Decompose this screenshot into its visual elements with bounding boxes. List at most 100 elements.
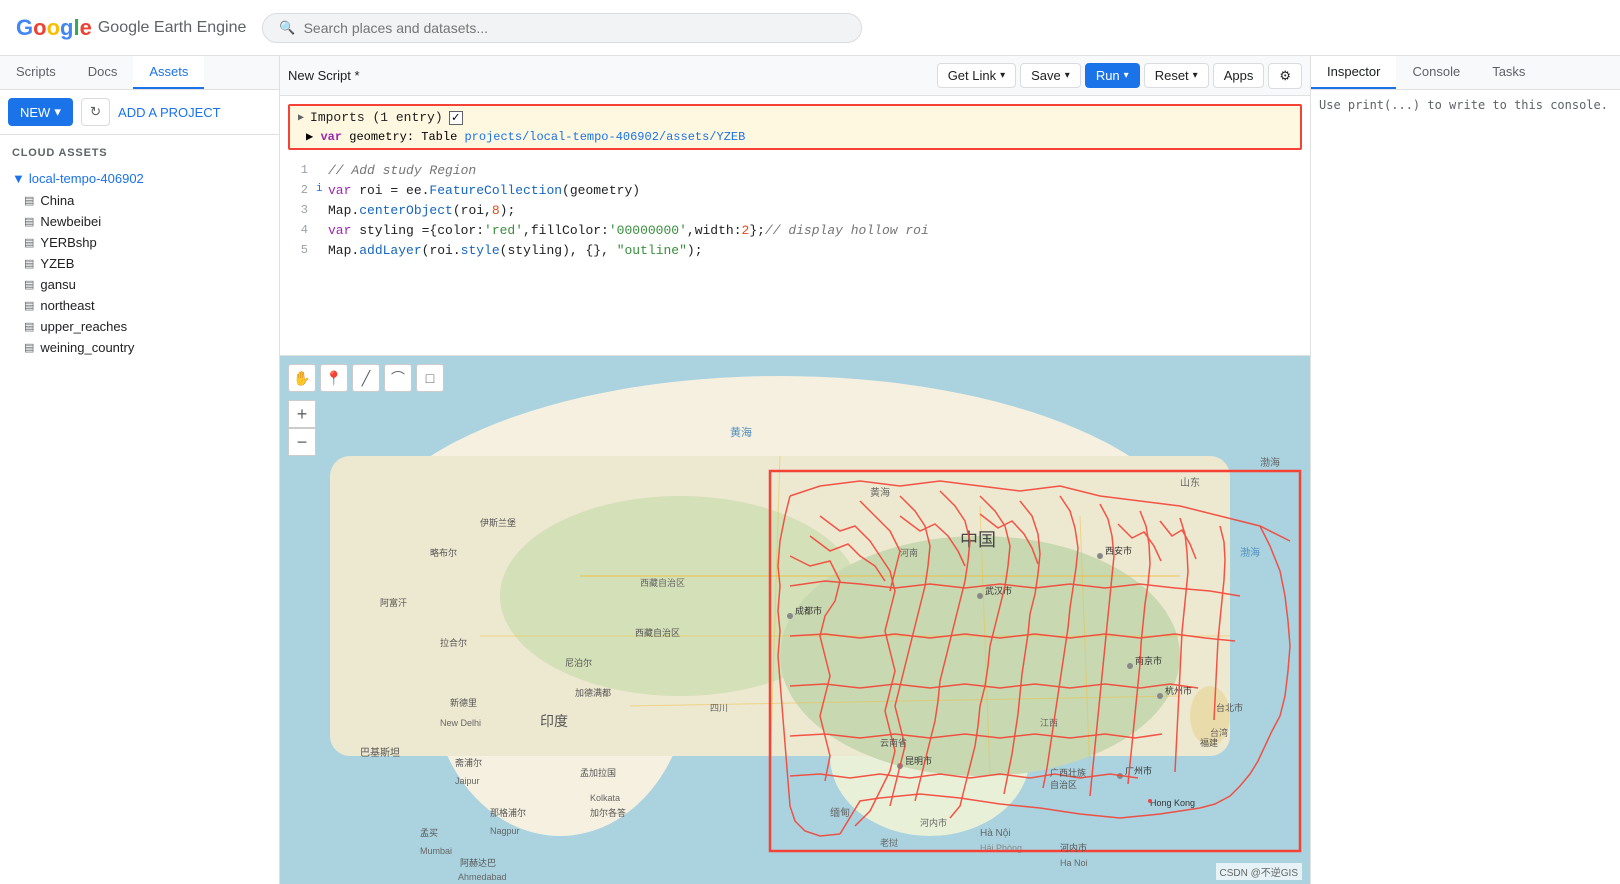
svg-text:四川: 四川 [710,703,728,713]
svg-text:Ha Noi: Ha Noi [1060,858,1088,868]
var-row: ▶ var geometry: Table projects/local-tem… [298,129,1292,144]
code-line-5: 5 Map.addLayer(roi.style(styling), {}, "… [280,242,1310,262]
line-tool[interactable]: ╱ [352,364,380,392]
save-arrow-icon: ▾ [1065,70,1070,81]
svg-text:拉合尔: 拉合尔 [440,637,467,648]
code-line-1: 1 // Add study Region [280,162,1310,182]
save-button[interactable]: Save ▾ [1020,63,1081,88]
square-tool[interactable]: □ [416,364,444,392]
imports-triangle-icon: ▶ [298,112,304,124]
svg-text:江西: 江西 [1040,718,1058,728]
code-line-3: 3 Map.centerObject(roi,8); [280,202,1310,222]
polygon-tool[interactable]: ⌒ [384,364,412,392]
svg-text:孟买: 孟买 [420,828,438,838]
svg-text:自治区: 自治区 [1050,779,1077,790]
tab-tasks[interactable]: Tasks [1476,56,1541,89]
tree-item-gansu[interactable]: ▤ gansu [0,274,279,295]
svg-text:加德满都: 加德满都 [575,687,611,698]
svg-text:渤海: 渤海 [1260,456,1280,469]
table-icon: ▤ [24,194,34,207]
map-area[interactable]: ✋ 📍 ╱ ⌒ □ + − [280,356,1310,884]
settings-button[interactable]: ⚙ [1268,63,1302,89]
left-actions: NEW ▾ ↻ ADD A PROJECT [0,90,279,135]
code-line-2: 2 i var roi = ee.FeatureCollection(geome… [280,182,1310,202]
svg-text:黄海: 黄海 [730,425,752,439]
tab-docs[interactable]: Docs [72,56,134,89]
svg-text:巴基斯坦: 巴基斯坦 [360,746,400,759]
imports-checkbox[interactable]: ✓ [449,111,463,125]
search-bar[interactable]: 🔍 [262,13,862,43]
tab-inspector[interactable]: Inspector [1311,56,1396,89]
svg-text:缅甸: 缅甸 [830,806,850,819]
svg-text:昆明市: 昆明市 [905,755,932,766]
map-toolbar: ✋ 📍 ╱ ⌒ □ [288,364,444,392]
dropdown-arrow-icon: ▾ [54,104,61,120]
svg-text:Kolkata: Kolkata [590,793,620,803]
map-svg: 成都市 武汉市 西安市 南京市 杭州市 广州市 昆明市 中国 山东 [280,356,1310,884]
get-link-button[interactable]: Get Link ▾ [937,63,1016,88]
imports-label: Imports (1 entry) [310,110,443,125]
svg-text:Hong Kong: Hong Kong [1150,798,1195,808]
svg-text:New Delhi: New Delhi [440,718,481,728]
svg-text:那格浦尔: 那格浦尔 [490,807,526,818]
search-input[interactable] [304,20,846,36]
svg-text:孟加拉国: 孟加拉国 [580,767,616,778]
hand-tool[interactable]: ✋ [288,364,316,392]
imports-section[interactable]: ▶ Imports (1 entry) ✓ ▶ var geometry: Ta… [288,104,1302,150]
svg-text:西藏自治区: 西藏自治区 [640,577,685,588]
add-project-button[interactable]: ADD A PROJECT [118,105,221,120]
asset-tree: CLOUD ASSETS ▼ local-tempo-406902 ▤ Chin… [0,135,279,884]
pin-tool[interactable]: 📍 [320,364,348,392]
app-name-label: Google Earth Engine [98,19,247,37]
svg-text:新德里: 新德里 [450,697,477,708]
refresh-button[interactable]: ↻ [81,98,110,126]
code-line-4: 4 var styling ={color:'red',fillColor:'0… [280,222,1310,242]
code-editor[interactable]: ▶ Imports (1 entry) ✓ ▶ var geometry: Ta… [280,96,1310,356]
tab-scripts[interactable]: Scripts [0,56,72,89]
search-icon: 🔍 [279,20,295,36]
new-button[interactable]: NEW ▾ [8,98,73,126]
svg-text:成都市: 成都市 [795,605,822,616]
zoom-out-button[interactable]: − [288,428,316,456]
svg-text:黄海: 黄海 [870,486,890,499]
chevron-down-icon: ▼ [12,171,25,186]
apps-button[interactable]: Apps [1213,63,1265,88]
asset-link[interactable]: projects/local-tempo-406902/assets/YZEB [464,130,745,144]
tab-assets[interactable]: Assets [133,56,204,89]
svg-text:伊斯兰堡: 伊斯兰堡 [480,517,516,528]
svg-text:河内市: 河内市 [920,817,947,828]
svg-text:中国: 中国 [960,530,996,550]
table-icon: ▤ [24,341,34,354]
map-attribution: CSDN @不逆GIS [1216,863,1303,880]
tree-item-china[interactable]: ▤ China [0,190,279,211]
svg-text:渤海: 渤海 [1240,546,1260,559]
left-tab-bar: Scripts Docs Assets [0,56,279,90]
svg-text:加尔各答: 加尔各答 [590,807,626,818]
table-icon: ▤ [24,236,34,249]
table-icon: ▤ [24,257,34,270]
tree-item-upper-reaches[interactable]: ▤ upper_reaches [0,316,279,337]
tree-item-northeast[interactable]: ▤ northeast [0,295,279,316]
reset-arrow-icon: ▾ [1193,70,1198,81]
reset-button[interactable]: Reset ▾ [1144,63,1209,88]
zoom-controls: + − [288,400,316,456]
tree-project[interactable]: ▼ local-tempo-406902 [0,167,279,190]
tree-item-weining-country[interactable]: ▤ weining_country [0,337,279,358]
svg-text:Mumbai: Mumbai [420,846,452,856]
tab-console[interactable]: Console [1396,56,1476,89]
tree-item-newbeibei[interactable]: ▤ Newbeibei [0,211,279,232]
svg-text:Jaipur: Jaipur [455,776,480,786]
svg-text:略布尔: 略布尔 [430,547,457,558]
svg-text:阿赫达巴: 阿赫达巴 [460,857,496,868]
tree-item-yzeb[interactable]: ▤ YZEB [0,253,279,274]
svg-text:云南省: 云南省 [880,737,907,748]
svg-text:西藏自治区: 西藏自治区 [635,627,680,638]
svg-text:老挝: 老挝 [880,837,898,848]
run-button[interactable]: Run ▾ [1085,63,1140,88]
zoom-in-button[interactable]: + [288,400,316,428]
svg-text:印度: 印度 [540,713,568,729]
svg-text:河南: 河南 [900,547,918,558]
svg-text:Hà Nội: Hà Nội [980,828,1011,839]
tree-item-yerbshp[interactable]: ▤ YERBshp [0,232,279,253]
table-icon: ▤ [24,299,34,312]
